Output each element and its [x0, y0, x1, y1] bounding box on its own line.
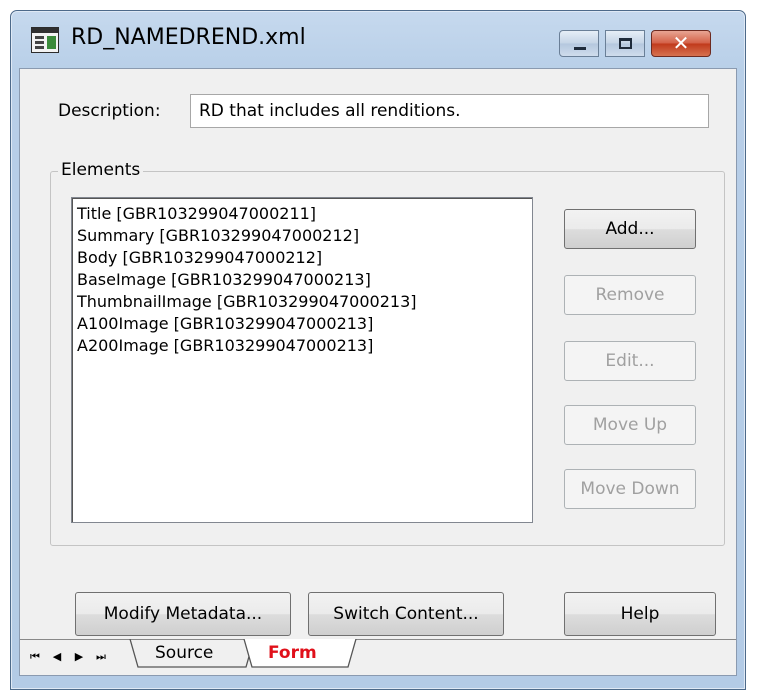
prev-tab-icon[interactable]: ◀: [50, 649, 64, 665]
tab-form-label: Form: [268, 643, 317, 663]
list-item[interactable]: BaseImage [GBR103299047000213]: [77, 269, 527, 291]
list-item[interactable]: ThumbnailImage [GBR103299047000213]: [77, 291, 527, 313]
remove-button[interactable]: Remove: [564, 275, 696, 315]
move-up-button[interactable]: Move Up: [564, 405, 696, 445]
maximize-button[interactable]: [605, 30, 645, 57]
list-item[interactable]: A100Image [GBR103299047000213]: [77, 313, 527, 335]
sheet-tab-strip: ⏮ ◀ ▶ ⏭ Source Form: [20, 639, 736, 675]
elements-group-label: Elements: [58, 160, 144, 180]
minimize-icon: [574, 47, 586, 50]
list-item[interactable]: Summary [GBR103299047000212]: [77, 225, 527, 247]
close-button[interactable]: ✕: [651, 30, 711, 57]
help-button[interactable]: Help: [564, 592, 716, 636]
modify-metadata-button[interactable]: Modify Metadata...: [75, 592, 291, 636]
switch-content-button[interactable]: Switch Content...: [308, 592, 504, 636]
list-item[interactable]: A200Image [GBR103299047000213]: [77, 335, 527, 357]
list-item[interactable]: Body [GBR103299047000212]: [77, 247, 527, 269]
add-button[interactable]: Add...: [564, 209, 696, 249]
edit-button[interactable]: Edit...: [564, 341, 696, 381]
close-icon: ✕: [672, 31, 690, 55]
minimize-button[interactable]: [559, 30, 599, 57]
dialog-window: RD_NAMEDREND.xml ✕ Description: RD that …: [10, 10, 746, 690]
move-down-button[interactable]: Move Down: [564, 469, 696, 509]
maximize-icon: [619, 38, 632, 49]
tab-source[interactable]: Source: [155, 640, 255, 668]
xml-form-editor-icon[interactable]: [31, 27, 59, 53]
description-input[interactable]: RD that includes all renditions.: [190, 94, 709, 128]
next-tab-icon[interactable]: ▶: [72, 649, 86, 665]
title-bar[interactable]: RD_NAMEDREND.xml ✕: [11, 11, 745, 69]
window-title: RD_NAMEDREND.xml: [71, 25, 306, 50]
list-item[interactable]: Title [GBR103299047000211]: [77, 203, 527, 225]
tab-source-label: Source: [155, 643, 214, 663]
elements-listbox[interactable]: Title [GBR103299047000211] Summary [GBR1…: [71, 197, 533, 523]
description-label: Description:: [58, 101, 161, 121]
first-tab-icon[interactable]: ⏮: [28, 649, 42, 665]
form-panel: Description: RD that includes all rendit…: [19, 68, 737, 676]
tab-form[interactable]: Form: [268, 640, 338, 668]
last-tab-icon[interactable]: ⏭: [94, 649, 108, 665]
